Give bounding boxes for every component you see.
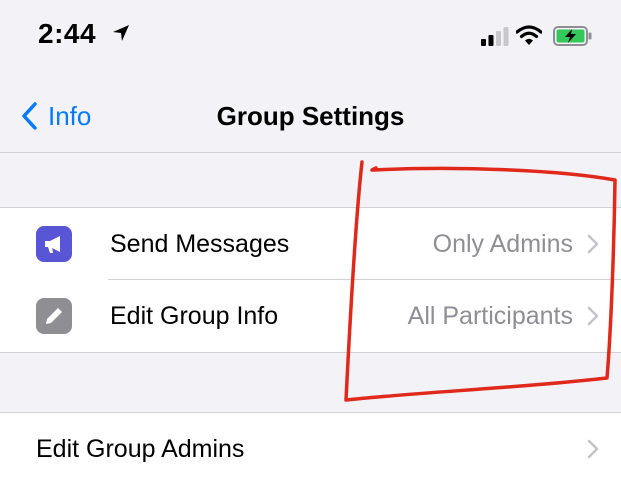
chevron-right-icon: [587, 306, 599, 326]
edit-group-info-row[interactable]: Edit Group Info All Participants: [0, 280, 621, 352]
edit-group-admins-label: Edit Group Admins: [36, 435, 245, 463]
send-messages-row[interactable]: Send Messages Only Admins: [0, 208, 621, 280]
signal-icon: [481, 27, 509, 46]
nav-divider: [0, 152, 621, 153]
admins-group: Edit Group Admins: [0, 412, 621, 485]
pencil-icon: [36, 298, 72, 334]
edit-group-admins-row[interactable]: Edit Group Admins: [0, 413, 621, 485]
wifi-icon: [516, 25, 542, 45]
status-bar: 2:44: [0, 0, 621, 80]
permissions-group: Send Messages Only Admins Edit Group Inf…: [0, 207, 621, 353]
megaphone-icon: [36, 226, 72, 262]
location-arrow-icon: [113, 25, 129, 41]
chevron-right-icon: [587, 234, 599, 254]
send-messages-value: Only Admins: [432, 230, 573, 258]
battery-charging-icon: [553, 26, 592, 46]
edit-group-info-label: Edit Group Info: [110, 302, 279, 330]
chevron-right-icon: [587, 439, 599, 459]
status-time: 2:44: [38, 18, 97, 49]
send-messages-label: Send Messages: [110, 230, 290, 258]
page-title: Group Settings: [216, 101, 405, 131]
edit-group-info-value: All Participants: [407, 302, 573, 330]
